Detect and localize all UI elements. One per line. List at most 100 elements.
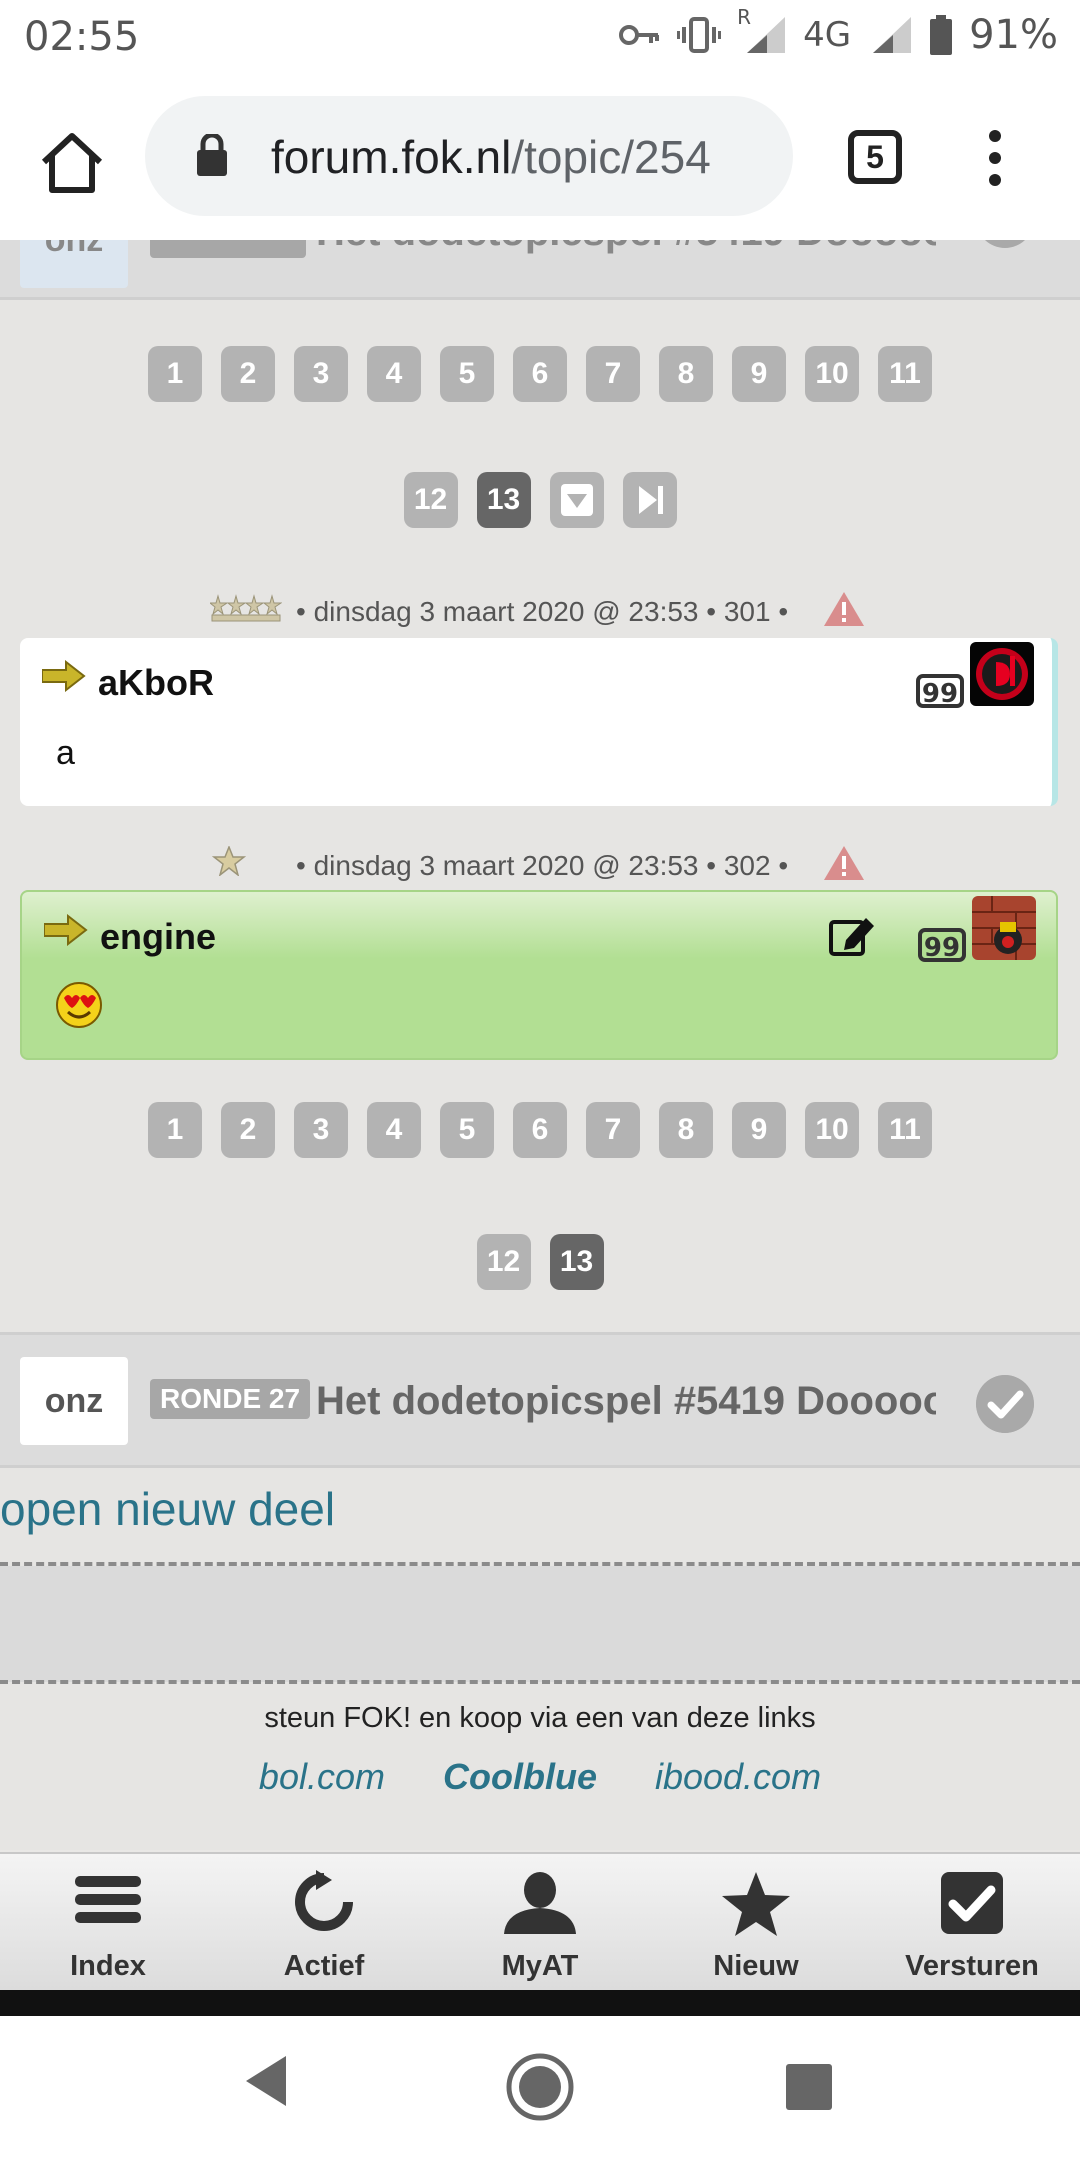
heart-eyes-smiley-icon [56, 982, 102, 1028]
page-button-5[interactable]: 5 [440, 346, 494, 402]
status-time: 02:55 [24, 14, 140, 60]
hamburger-icon [75, 1876, 141, 1923]
user-icon [504, 1872, 576, 1934]
page-button-10[interactable]: 10 [805, 1102, 859, 1158]
report-warning-icon[interactable] [822, 844, 866, 882]
battery-icon [930, 15, 953, 55]
pagination-top-row1: 1 2 3 4 5 6 7 8 9 10 11 [0, 346, 1080, 402]
address-bar[interactable]: forum.fok.nl/topic/254 [145, 96, 793, 216]
topic-user-box[interactable]: onz [20, 1357, 128, 1445]
topic-user-box[interactable]: onz [20, 240, 128, 288]
rank-stars-icon [210, 594, 282, 622]
status-bar: 02:55 R 4G 91% [0, 0, 1080, 72]
edit-icon[interactable] [828, 914, 876, 956]
status-icons: R 4G 91% [619, 5, 1058, 58]
quote-icon[interactable]: 99 [918, 928, 966, 962]
system-navigation-bar [0, 2016, 1080, 2160]
shop-links: bol.com Coolblue ibood.com [0, 1756, 1080, 1798]
more-menu-icon[interactable] [980, 128, 1010, 188]
post-username[interactable]: aKboR [98, 662, 214, 704]
tab-switcher-button[interactable]: 5 [848, 130, 902, 184]
page-button-2[interactable]: 2 [221, 1102, 275, 1158]
check-icon[interactable] [976, 1375, 1034, 1433]
nav-item-actief[interactable]: Actief [216, 1854, 432, 1990]
post-meta: • dinsdag 3 maart 2020 @ 23:53 • 301 • [0, 590, 1080, 632]
page-button-6[interactable]: 6 [513, 346, 567, 402]
topic-title[interactable]: Het dodetopicspel #5419 Doooooo [316, 240, 936, 255]
page-button-current[interactable]: 13 [549, 1234, 604, 1290]
post-body: a [56, 734, 75, 772]
checkbox-icon [941, 1872, 1003, 1934]
network-type: 4G [803, 15, 852, 55]
bottom-navigation: Index Actief MyAT Nieuw Versturen [0, 1852, 1080, 1990]
last-page-button[interactable] [622, 472, 677, 528]
page-content: onz Het dodetopicspel #5419 Doooooo 1 2 … [0, 240, 1080, 1850]
arrow-right-icon[interactable] [44, 914, 88, 946]
check-icon[interactable] [976, 240, 1034, 248]
vpn-key-icon [619, 25, 660, 45]
nav-label: Nieuw [713, 1950, 799, 1982]
report-warning-icon[interactable] [822, 590, 866, 628]
post-card: aKboR 99 a [20, 638, 1058, 806]
page-button-1[interactable]: 1 [148, 1102, 202, 1158]
svg-text:99: 99 [924, 933, 960, 962]
avatar[interactable] [970, 642, 1034, 706]
topic-bar-top: onz Het dodetopicspel #5419 Doooooo [0, 240, 1080, 300]
nav-item-index[interactable]: Index [0, 1854, 216, 1990]
support-text: steun FOK! en koop via een van deze link… [264, 1702, 816, 1734]
page-button-9[interactable]: 9 [732, 1102, 786, 1158]
url-path: /topic/254 [511, 131, 711, 183]
page-button-11[interactable]: 11 [878, 346, 932, 402]
refresh-icon [295, 1870, 353, 1931]
page-button-12[interactable]: 12 [476, 1234, 531, 1290]
nav-item-versturen[interactable]: Versturen [864, 1854, 1080, 1990]
page-button-9[interactable]: 9 [732, 346, 786, 402]
url-host: forum.fok.nl [271, 131, 512, 183]
page-button-8[interactable]: 8 [659, 346, 713, 402]
rank-star-icon [212, 846, 246, 876]
page-button-3[interactable]: 3 [294, 346, 348, 402]
shop-link-ibood[interactable]: ibood.com [655, 1756, 821, 1798]
arrow-right-icon[interactable] [42, 660, 86, 692]
svg-text:99: 99 [922, 679, 958, 708]
post-card-own: engine 99 [20, 890, 1058, 1060]
page-button-11[interactable]: 11 [878, 1102, 932, 1158]
recent-apps-icon[interactable] [786, 2064, 832, 2110]
nav-label: Index [70, 1950, 146, 1982]
home-icon[interactable] [36, 126, 108, 198]
page-button-7[interactable]: 7 [586, 1102, 640, 1158]
back-icon[interactable] [242, 2054, 290, 2108]
page-button-4[interactable]: 4 [367, 1102, 421, 1158]
nav-label: Versturen [905, 1950, 1039, 1982]
home-circle-icon[interactable] [505, 2052, 575, 2122]
open-new-part-link[interactable]: open nieuw deel [0, 1482, 335, 1536]
browser-toolbar: forum.fok.nl/topic/254 5 [0, 72, 1080, 240]
page-button-7[interactable]: 7 [586, 346, 640, 402]
lock-icon [197, 134, 227, 176]
page-button-8[interactable]: 8 [659, 1102, 713, 1158]
quote-icon[interactable]: 99 [916, 674, 964, 708]
page-button-4[interactable]: 4 [367, 346, 421, 402]
skip-end-icon [638, 486, 663, 514]
page-button-1[interactable]: 1 [148, 346, 202, 402]
post-username[interactable]: engine [100, 916, 216, 958]
nav-item-myat[interactable]: MyAT [432, 1854, 648, 1990]
scroll-down-button[interactable] [549, 472, 604, 528]
avatar[interactable] [972, 896, 1036, 960]
pagination-bottom-row2: 12 13 [0, 1234, 1080, 1290]
page-button-10[interactable]: 10 [805, 346, 859, 402]
topic-bar: onz RONDE 27 Het dodetopicspel #5419 Doo… [0, 1332, 1080, 1468]
page-button-6[interactable]: 6 [513, 1102, 567, 1158]
shop-link-bol[interactable]: bol.com [259, 1756, 385, 1798]
nav-label: MyAT [501, 1950, 579, 1982]
page-button-current[interactable]: 13 [476, 472, 531, 528]
page-button-3[interactable]: 3 [294, 1102, 348, 1158]
page-button-2[interactable]: 2 [221, 346, 275, 402]
pagination-top-row2: 12 13 [0, 472, 1080, 528]
page-button-5[interactable]: 5 [440, 1102, 494, 1158]
page-button-12[interactable]: 12 [403, 472, 458, 528]
topic-title[interactable]: Het dodetopicspel #5419 Doooooo [316, 1379, 936, 1424]
nav-item-nieuw[interactable]: Nieuw [648, 1854, 864, 1990]
shop-link-coolblue[interactable]: Coolblue [443, 1756, 597, 1798]
vibrate-icon [677, 17, 722, 53]
